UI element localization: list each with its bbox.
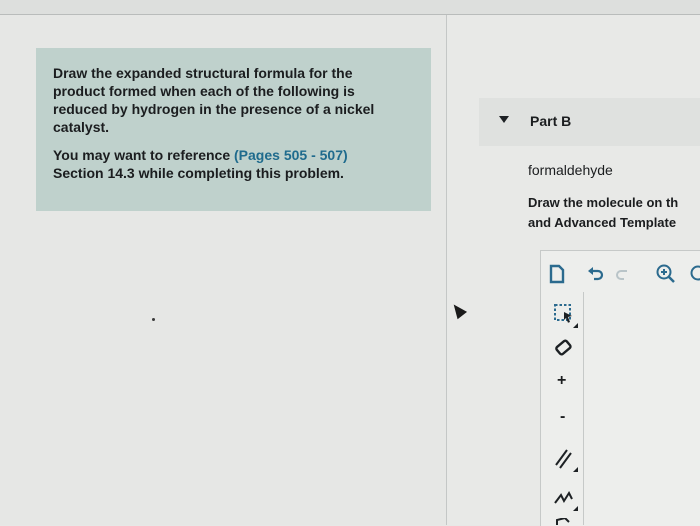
draw-instructions-line1: Draw the molecule on th	[528, 195, 678, 210]
part-b-header[interactable]	[479, 98, 700, 146]
ring-template-icon[interactable]	[553, 518, 575, 525]
top-strip	[0, 0, 700, 14]
select-icon[interactable]	[553, 303, 579, 329]
reference-pages-link[interactable]: (Pages 505 - 507)	[234, 147, 348, 163]
double-bond-icon[interactable]	[553, 445, 579, 473]
minus-charge-icon[interactable]: -	[560, 408, 565, 426]
eraser-icon[interactable]	[553, 338, 575, 360]
reference-prefix: You may want to reference	[53, 147, 234, 163]
chain-icon[interactable]	[553, 483, 579, 513]
instruction-text: Draw the expanded structural formula for…	[53, 64, 383, 136]
draw-instructions-line2: and Advanced Template	[528, 215, 676, 230]
problem-instructions: Draw the expanded structural formula for…	[36, 48, 431, 211]
plus-charge-icon[interactable]: +	[557, 372, 566, 390]
compound-name: formaldehyde	[528, 162, 613, 178]
undo-icon[interactable]	[586, 266, 606, 282]
zoom-in-icon[interactable]	[655, 263, 677, 285]
redo-icon[interactable]	[614, 266, 632, 282]
reference-text: You may want to reference (Pages 505 - 5…	[53, 146, 415, 182]
draw-instructions: Draw the molecule on th and Advanced Tem…	[528, 193, 700, 233]
screen-speck	[152, 318, 155, 321]
collapse-caret-icon[interactable]	[499, 116, 509, 123]
new-document-icon[interactable]	[548, 264, 566, 284]
part-title: Part B	[530, 113, 571, 129]
reference-section: Section 14.3 while completing this probl…	[53, 165, 344, 181]
zoom-out-icon[interactable]	[688, 264, 700, 284]
